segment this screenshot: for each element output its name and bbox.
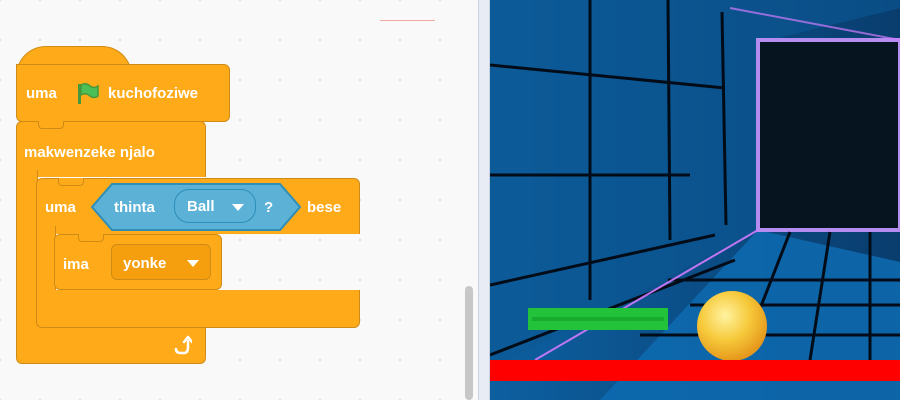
pane-divider[interactable] (478, 0, 490, 400)
chevron-down-icon (186, 259, 200, 268)
forever-left-arm (16, 170, 38, 330)
chevron-down-icon (231, 203, 245, 212)
target-value-label: Ball (187, 198, 215, 215)
hat-notch (38, 121, 64, 129)
forever-label: makwenzeke njalo (24, 144, 155, 161)
if-suffix-label: bese (307, 199, 342, 216)
paddle-stripe (532, 317, 664, 321)
touching-label: thinta (114, 199, 155, 216)
green-flag-icon (74, 80, 100, 106)
loop-arrow-icon (172, 335, 192, 355)
stop-label: ima (63, 256, 89, 273)
floor-bar (490, 360, 900, 381)
hat-suffix-label: kuchofoziwe (108, 85, 199, 102)
ball-target-dropdown[interactable]: Ball (174, 189, 256, 223)
vertical-scrollbar[interactable] (465, 286, 473, 400)
stop-option-label: yonke (123, 255, 167, 272)
if-prefix-label: uma (45, 199, 76, 216)
if-left-arm (36, 226, 56, 296)
code-area: uma kuchofoziwe makwenzeke njalo uma bes… (0, 0, 478, 400)
if-bottom-arm (36, 290, 360, 328)
tunnel-end-opening (756, 38, 900, 232)
drag-hint-line (380, 20, 435, 21)
if-notch (78, 234, 104, 242)
ball (697, 291, 767, 361)
stage-canvas[interactable] (490, 0, 900, 400)
hat-prefix-label: uma (26, 85, 57, 102)
touching-question-mark: ? (264, 199, 274, 216)
stage-scene (490, 0, 900, 400)
forever-notch (58, 178, 84, 186)
stop-option-dropdown[interactable]: yonke (111, 244, 211, 280)
